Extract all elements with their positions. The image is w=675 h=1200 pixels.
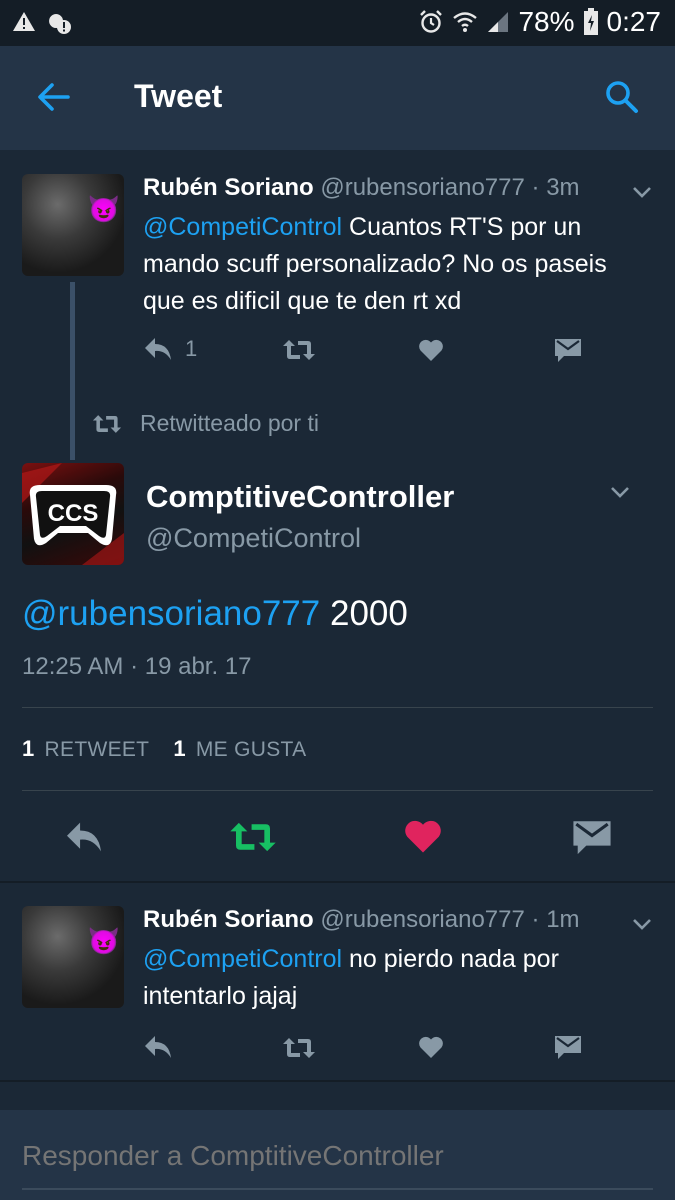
ccs-logo-icon: CCS	[22, 463, 124, 565]
avatar[interactable]: 😈	[22, 906, 124, 1008]
battery-percent: 78%	[518, 6, 575, 37]
retweeted-by-text: Retwitteado por ti	[140, 410, 319, 436]
reply-button[interactable]	[62, 820, 106, 854]
status-bar: 78% 0:27	[0, 0, 675, 46]
chevron-down-icon[interactable]	[608, 480, 632, 504]
tweet-text: @CompetiControl Cuantos RT'S por un mand…	[143, 209, 643, 320]
warning-icon	[13, 12, 35, 31]
reply-button[interactable]: 1	[143, 336, 197, 362]
retweet-button[interactable]	[282, 338, 316, 362]
top-app-bar: Tweet	[0, 46, 675, 150]
wifi-icon	[453, 12, 478, 32]
dm-icon	[555, 339, 581, 362]
likes-stat[interactable]: 1 ME GUSTA	[173, 736, 306, 762]
reply-button[interactable]	[143, 1034, 173, 1060]
back-arrow-icon	[38, 83, 70, 111]
retweet-count: 1	[22, 736, 35, 761]
reply-icon	[67, 822, 101, 852]
chevron-down-icon[interactable]	[630, 180, 654, 204]
divider	[22, 790, 653, 791]
dm-button[interactable]	[572, 818, 612, 856]
retweets-stat[interactable]: 1 RETWEET	[22, 736, 149, 762]
input-underline	[22, 1188, 653, 1190]
retweet-button[interactable]	[282, 1036, 316, 1060]
avatar[interactable]: CCS	[22, 463, 124, 565]
retweet-button[interactable]	[228, 820, 278, 854]
reply-input[interactable]	[22, 1140, 653, 1172]
reply-icon	[145, 338, 171, 360]
search-icon	[606, 81, 638, 113]
section-separator	[0, 881, 675, 883]
dm-button[interactable]	[554, 1034, 582, 1060]
heart-icon	[419, 339, 443, 361]
page-title: Tweet	[134, 78, 223, 114]
tweet-body: 2000	[320, 594, 408, 633]
divider	[22, 707, 653, 708]
retweet-icon	[92, 414, 122, 433]
tweet-age: · 1m	[531, 906, 580, 933]
tweet-header: Rubén Soriano @rubensoriano777 · 1m	[143, 906, 580, 934]
tweet-text: @CompetiControl no pierdo nada por inten…	[143, 941, 643, 1015]
back-button[interactable]	[30, 74, 76, 120]
retweet-icon	[230, 822, 276, 852]
like-button[interactable]	[418, 1035, 444, 1059]
author-name[interactable]: Rubén Soriano	[143, 174, 314, 201]
thread-connector	[70, 282, 75, 460]
tweet-age: · 3m	[531, 174, 580, 201]
tweet-header: Rubén Soriano @rubensoriano777 · 3m	[143, 174, 580, 202]
search-button[interactable]	[599, 74, 645, 120]
like-button[interactable]	[403, 818, 443, 854]
reply-composer	[0, 1110, 675, 1200]
like-count: 1	[173, 736, 186, 761]
tweet-text: @rubensoriano777 2000	[22, 594, 408, 634]
dm-button[interactable]	[554, 337, 582, 363]
author-name[interactable]: Rubén Soriano	[143, 906, 314, 933]
tweet-timestamp: 12:25 AM · 19 abr. 17	[22, 653, 252, 680]
battery-icon	[583, 8, 598, 35]
retweet-label: RETWEET	[44, 738, 150, 761]
dm-icon	[573, 821, 611, 855]
avatar[interactable]: 😈	[22, 174, 124, 276]
logo-text: CCS	[48, 500, 99, 527]
reply-icon	[145, 1036, 171, 1058]
author-handle[interactable]: @rubensoriano777	[320, 906, 525, 933]
heart-icon	[405, 820, 441, 853]
mention-link[interactable]: @CompetiControl	[143, 213, 342, 241]
reply-count: 1	[185, 336, 198, 361]
retweeted-by-label: Retwitteado por ti	[92, 410, 319, 437]
author-handle[interactable]: @rubensoriano777	[320, 174, 525, 201]
alert-icon	[49, 14, 71, 34]
engagement-stats: 1 RETWEET 1 ME GUSTA	[22, 736, 330, 762]
section-separator	[0, 1080, 675, 1082]
author-handle[interactable]: @CompetiControl	[146, 523, 361, 554]
clock: 0:27	[606, 6, 662, 37]
signal-icon	[488, 12, 509, 32]
retweet-icon	[283, 1038, 315, 1058]
author-name[interactable]: ComptitiveController	[146, 479, 454, 515]
devil-emoji-icon: 😈	[87, 926, 120, 956]
retweet-icon	[283, 340, 315, 360]
like-button[interactable]	[418, 338, 444, 362]
mention-link[interactable]: @CompetiControl	[143, 945, 342, 973]
dm-icon	[555, 1036, 581, 1059]
mention-link[interactable]: @rubensoriano777	[22, 594, 320, 633]
chevron-down-icon[interactable]	[630, 912, 654, 936]
devil-emoji-icon: 😈	[87, 194, 120, 224]
like-label: ME GUSTA	[195, 738, 307, 761]
alarm-icon	[420, 10, 443, 33]
heart-icon	[419, 1036, 443, 1058]
